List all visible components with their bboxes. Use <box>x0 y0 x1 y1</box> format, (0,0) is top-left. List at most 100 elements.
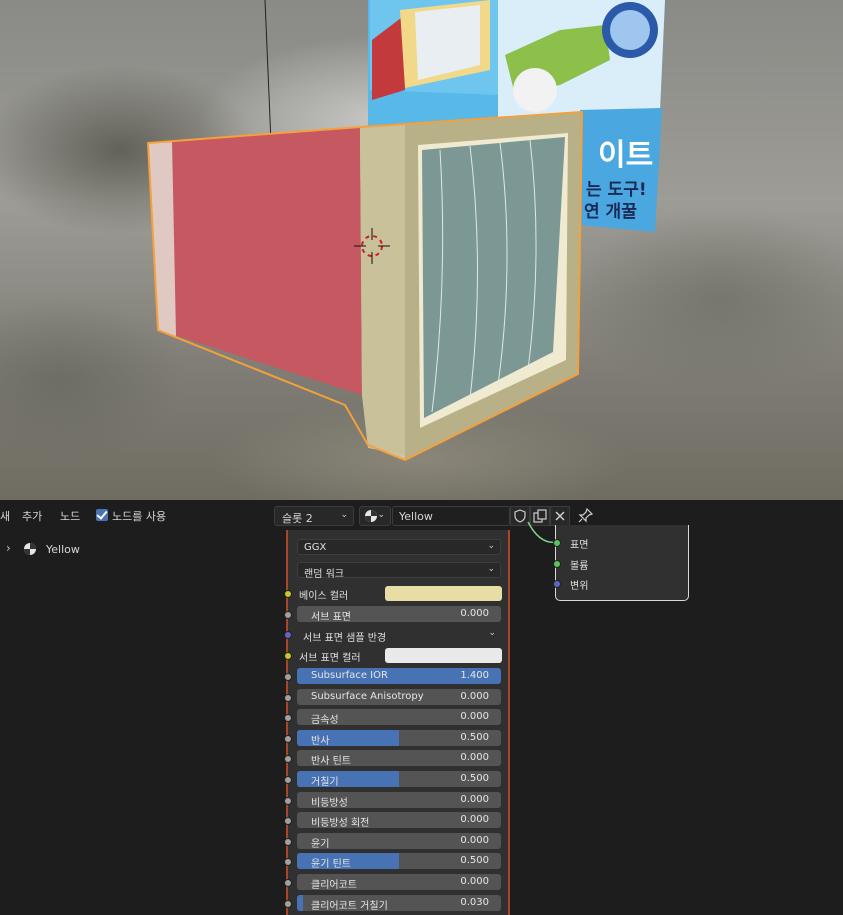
subsurface-color-label: 서브 표면 컬러 <box>299 653 361 664</box>
material-output-node[interactable]: 표면 볼륨 변위 <box>553 525 689 601</box>
pin-icon[interactable] <box>578 507 596 525</box>
param-socket[interactable] <box>284 776 292 784</box>
param-label: 반사 <box>311 736 330 746</box>
3d-viewport[interactable]: 이트 는 도구! 연 개꿀 <box>0 0 843 500</box>
param-socket[interactable] <box>284 858 292 866</box>
base-color-label: 베이스 컬러 <box>299 591 349 602</box>
slider-fill <box>297 895 304 911</box>
subsurface-socket[interactable] <box>284 611 292 619</box>
tree-material-label[interactable]: Yellow <box>46 543 80 556</box>
tv-mesh-object[interactable] <box>146 110 584 462</box>
param-slider[interactable]: 반사 틴트 0.000 <box>297 750 501 766</box>
svg-text:이트: 이트 <box>598 138 653 173</box>
param-socket[interactable] <box>284 714 292 722</box>
subsurface-color-socket[interactable] <box>284 652 292 660</box>
param-label: 금속성 <box>311 715 339 725</box>
menu-add[interactable]: 추가 <box>22 508 42 524</box>
chevron-down-icon: ⌄ <box>487 564 495 574</box>
param-socket[interactable] <box>284 838 292 846</box>
param-slider[interactable]: 금속성 0.000 <box>297 709 501 725</box>
param-value: 0.000 <box>460 835 489 846</box>
param-socket[interactable] <box>284 673 292 681</box>
param-label: Subsurface IOR <box>311 670 388 681</box>
param-socket[interactable] <box>284 900 292 908</box>
subsurface-radius-select[interactable]: 서브 표면 샘플 반경 ⌄ <box>297 627 501 644</box>
menu-node[interactable]: 노드 <box>60 508 80 524</box>
base-color-socket[interactable] <box>284 590 292 598</box>
param-value: 0.000 <box>460 794 489 805</box>
param-value: 0.500 <box>460 773 489 784</box>
principled-bsdf-node[interactable]: GGX ⌄ 랜덤 워크 ⌄ 베이스 컬러 서브 표면 0.000 서브 표면 샘… <box>284 530 510 915</box>
subsurface-radius-socket[interactable] <box>284 631 292 639</box>
param-slider[interactable]: 클리어코트 거칠기 0.030 <box>297 895 501 911</box>
param-label: 비등방성 회전 <box>311 818 370 828</box>
outliner-panel: › Yellow <box>0 530 280 915</box>
material-name-field[interactable]: Yellow <box>392 506 510 526</box>
volume-socket[interactable] <box>553 560 561 568</box>
param-slider[interactable]: Subsurface IOR 1.400 <box>297 668 501 684</box>
param-label: 클리어코트 거칠기 <box>311 901 388 911</box>
param-label: 클리어코트 <box>311 880 357 890</box>
param-slider[interactable]: 비등방성 회전 0.000 <box>297 812 501 828</box>
param-slider[interactable]: Subsurface Anisotropy 0.000 <box>297 689 501 705</box>
param-socket[interactable] <box>284 817 292 825</box>
subsurface-slider[interactable]: 서브 표면 0.000 <box>297 606 501 622</box>
param-slider[interactable]: 반사 0.500 <box>297 730 501 746</box>
param-label: 윤기 <box>311 839 330 849</box>
chevron-right-icon[interactable]: › <box>6 541 11 555</box>
param-socket[interactable] <box>284 797 292 805</box>
param-value: 0.500 <box>460 732 489 743</box>
param-value: 0.000 <box>460 752 489 763</box>
param-value: 0.000 <box>460 711 489 722</box>
param-socket[interactable] <box>284 694 292 702</box>
param-label: 비등방성 <box>311 798 348 808</box>
subsurface-radius-label: 서브 표면 샘플 반경 <box>303 633 387 644</box>
param-value: 0.000 <box>460 691 489 702</box>
chevron-down-icon: ⌄ <box>487 541 495 551</box>
subsurface-method-select[interactable]: 랜덤 워크 ⌄ <box>297 562 501 580</box>
param-slider[interactable]: 윤기 0.000 <box>297 833 501 849</box>
param-socket[interactable] <box>284 755 292 763</box>
subsurface-value: 0.000 <box>460 608 489 619</box>
param-socket[interactable] <box>284 735 292 743</box>
subsurface-method-value: 랜덤 워크 <box>304 569 344 580</box>
param-value: 0.030 <box>460 897 489 908</box>
param-socket[interactable] <box>284 879 292 887</box>
surface-socket[interactable] <box>553 539 561 547</box>
displacement-label: 변위 <box>570 581 589 592</box>
svg-text:연 개꿀: 연 개꿀 <box>584 202 637 222</box>
param-label: 거칠기 <box>311 777 339 787</box>
param-label: 윤기 틴트 <box>311 859 351 869</box>
param-value: 1.400 <box>460 670 489 681</box>
material-sphere-icon <box>365 510 377 522</box>
chevron-down-icon: ⌄ <box>340 510 348 520</box>
param-label: Subsurface Anisotropy <box>311 691 424 702</box>
subsurface-color-swatch[interactable] <box>385 648 502 663</box>
param-value: 0.500 <box>460 855 489 866</box>
svg-text:는 도구!: 는 도구! <box>586 180 647 200</box>
use-nodes-label: 노드를 사용 <box>112 510 167 523</box>
chevron-down-icon: ⌄ <box>377 510 385 520</box>
chevron-down-icon: ⌄ <box>488 628 496 638</box>
param-slider[interactable]: 윤기 틴트 0.500 <box>297 853 501 869</box>
param-slider[interactable]: 거칠기 0.500 <box>297 771 501 787</box>
slot-label: 슬롯 2 <box>282 512 313 525</box>
displacement-socket[interactable] <box>553 580 561 588</box>
param-slider[interactable]: 클리어코트 0.000 <box>297 874 501 890</box>
distribution-value: GGX <box>304 542 327 553</box>
param-label: 반사 틴트 <box>311 756 351 766</box>
subsurface-label: 서브 표면 <box>311 612 351 622</box>
base-color-swatch[interactable] <box>385 586 502 601</box>
volume-label: 볼륨 <box>570 561 589 572</box>
material-browse-button[interactable]: ⌄ <box>359 506 391 526</box>
surface-label: 표면 <box>570 540 589 551</box>
param-slider[interactable]: 비등방성 0.000 <box>297 792 501 808</box>
param-value: 0.000 <box>460 814 489 825</box>
param-value: 0.000 <box>460 876 489 887</box>
material-name-text: Yellow <box>399 510 433 523</box>
slot-dropdown[interactable]: 슬롯 2 ⌄ <box>274 506 354 526</box>
material-sphere-icon <box>24 543 36 555</box>
use-nodes-checkbox[interactable] <box>96 509 108 521</box>
menu-cut-partial[interactable]: 새 <box>0 508 10 524</box>
distribution-select[interactable]: GGX ⌄ <box>297 539 501 555</box>
